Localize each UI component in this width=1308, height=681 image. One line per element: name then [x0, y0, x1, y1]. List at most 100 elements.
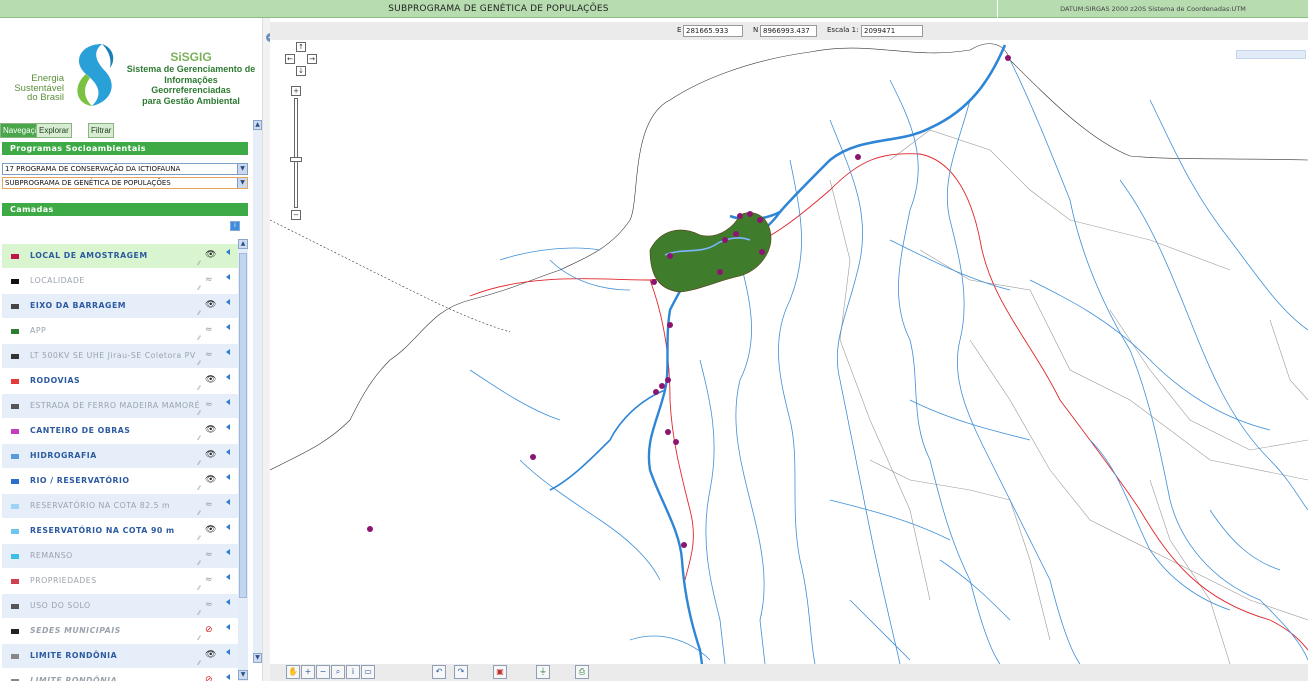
layer-row[interactable]: LT 500KV SE UHE Jirau-SE Coletora PV ⁄⁄ ≈ — [2, 344, 238, 369]
zoom-extent-icon[interactable]: ⌕ — [331, 665, 345, 679]
expand-arrow-icon[interactable] — [226, 449, 230, 455]
tab-filtrar[interactable]: Filtrar — [88, 123, 115, 138]
resize-grip-icon[interactable]: ⁄⁄ — [198, 660, 200, 667]
visibility-eye-icon[interactable]: 👁 — [205, 475, 216, 485]
zoom-slider-handle[interactable] — [290, 157, 302, 162]
layer-row[interactable]: LOCAL DE AMOSTRAGEM ⁄⁄ 👁 — [2, 244, 238, 269]
program-select[interactable]: 17 PROGRAMA DE CONSERVAÇÃO DA ICTIOFAUNA… — [2, 163, 248, 175]
expand-arrow-icon[interactable] — [226, 424, 230, 430]
measure-icon[interactable]: ▭ — [361, 665, 375, 679]
disabled-icon[interactable]: ⊘ — [205, 625, 213, 635]
subprogram-select[interactable]: SUBPROGRAMA DE GENÉTICA DE POPULAÇÕES ▼ — [2, 177, 248, 189]
layer-row[interactable]: SEDES MUNICIPAIS ⁄⁄ ⊘ — [2, 619, 238, 644]
overview-map-toggle[interactable] — [1236, 50, 1306, 59]
resize-grip-icon[interactable]: ⁄⁄ — [198, 635, 200, 642]
chevron-down-icon[interactable]: ▼ — [237, 164, 247, 174]
panel-scroll-down-icon[interactable]: ▼ — [253, 653, 262, 663]
resize-grip-icon[interactable]: ⁄⁄ — [198, 360, 200, 367]
expand-arrow-icon[interactable] — [226, 624, 230, 630]
layer-row[interactable]: RIO / RESERVATÓRIO ⁄⁄ 👁 — [2, 469, 238, 494]
expand-arrow-icon[interactable] — [226, 549, 230, 555]
layer-list-scrollbar[interactable]: ▲ ▼ — [238, 239, 248, 681]
zoom-in-icon[interactable]: + — [291, 86, 301, 96]
visibility-eye-icon[interactable]: ≈ — [205, 275, 213, 285]
visibility-eye-icon[interactable]: ≈ — [205, 575, 213, 585]
map-canvas[interactable] — [270, 40, 1308, 664]
resize-grip-icon[interactable]: ⁄⁄ — [198, 335, 200, 342]
zoom-in-icon[interactable]: + — [301, 665, 315, 679]
scale-field[interactable]: 2099471 — [861, 25, 923, 37]
resize-grip-icon[interactable]: ⁄⁄ — [198, 385, 200, 392]
visibility-eye-icon[interactable]: 👁 — [205, 650, 216, 660]
layer-row[interactable]: EIXO DA BARRAGEM ⁄⁄ 👁 — [2, 294, 238, 319]
pan-right-icon[interactable]: → — [307, 54, 317, 64]
layer-row[interactable]: REMANSO ⁄⁄ ≈ — [2, 544, 238, 569]
pan-up-icon[interactable]: ↑ — [296, 42, 306, 52]
layer-row[interactable]: ESTRADA DE FERRO MADEIRA MAMORÉ ⁄⁄ ≈ — [2, 394, 238, 419]
layer-row[interactable]: HIDROGRAFIA ⁄⁄ 👁 — [2, 444, 238, 469]
visibility-eye-icon[interactable]: ≈ — [205, 500, 213, 510]
redo-icon[interactable]: ↷ — [454, 665, 468, 679]
resize-grip-icon[interactable]: ⁄⁄ — [198, 260, 200, 267]
expand-arrow-icon[interactable] — [226, 349, 230, 355]
layer-row[interactable]: LOCALIDADE ⁄⁄ ≈ — [2, 269, 238, 294]
visibility-eye-icon[interactable]: ≈ — [205, 350, 213, 360]
chevron-down-icon[interactable]: ▼ — [237, 178, 247, 188]
expand-arrow-icon[interactable] — [226, 599, 230, 605]
visibility-eye-icon[interactable]: ≈ — [205, 600, 213, 610]
zoom-out-icon[interactable]: − — [291, 210, 301, 220]
visibility-eye-icon[interactable]: 👁 — [205, 375, 216, 385]
expand-arrow-icon[interactable] — [226, 499, 230, 505]
tab-explorar[interactable]: Explorar — [36, 123, 72, 138]
resize-grip-icon[interactable]: ⁄⁄ — [198, 485, 200, 492]
expand-arrow-icon[interactable] — [226, 674, 230, 680]
layer-row[interactable]: LIMITE RONDÔNIA⁄⁄⊘ — [2, 669, 238, 681]
print-icon[interactable]: ▣ — [493, 665, 507, 679]
resize-grip-icon[interactable]: ⁄⁄ — [198, 460, 200, 467]
zoom-slider-rail[interactable] — [294, 98, 298, 208]
visibility-eye-icon[interactable]: ≈ — [205, 400, 213, 410]
undo-icon[interactable]: ↶ — [432, 665, 446, 679]
panel-splitter[interactable] — [262, 18, 270, 681]
expand-arrow-icon[interactable] — [226, 474, 230, 480]
resize-grip-icon[interactable]: ⁄⁄ — [198, 585, 200, 592]
resize-grip-icon[interactable]: ⁄⁄ — [198, 535, 200, 542]
visibility-eye-icon[interactable]: ≈ — [205, 550, 213, 560]
pan-left-icon[interactable]: ← — [285, 54, 295, 64]
resize-grip-icon[interactable]: ⁄⁄ — [198, 610, 200, 617]
expand-arrow-icon[interactable] — [226, 574, 230, 580]
scrollbar-thumb[interactable] — [239, 253, 247, 598]
layer-row[interactable]: RODOVIAS ⁄⁄ 👁 — [2, 369, 238, 394]
pan-down-icon[interactable]: ↓ — [296, 66, 306, 76]
resize-grip-icon[interactable]: ⁄⁄ — [198, 560, 200, 567]
visibility-eye-icon[interactable]: 👁 — [205, 425, 216, 435]
resize-grip-icon[interactable]: ⁄⁄ — [198, 285, 200, 292]
layer-row[interactable]: RESERVATÓRIO NA COTA 82.5 m ⁄⁄ ≈ — [2, 494, 238, 519]
layer-row[interactable]: APP ⁄⁄ ≈ — [2, 319, 238, 344]
expand-arrow-icon[interactable] — [226, 374, 230, 380]
panel-scrollbar[interactable]: ▲ ▼ — [253, 120, 262, 663]
northing-field[interactable]: 8966993.437 — [760, 25, 817, 37]
layer-row[interactable]: CANTEIRO DE OBRAS ⁄⁄ 👁 — [2, 419, 238, 444]
easting-field[interactable]: 281665.933 — [683, 25, 743, 37]
resize-grip-icon[interactable]: ⁄⁄ — [198, 410, 200, 417]
pan-hand-icon[interactable]: ✋ — [286, 665, 300, 679]
layer-row[interactable]: LIMITE RONDÔNIA ⁄⁄ 👁 — [2, 644, 238, 669]
layer-row[interactable]: RESERVATÓRIO NA COTA 90 m ⁄⁄ 👁 — [2, 519, 238, 544]
expand-arrow-icon[interactable] — [226, 324, 230, 330]
expand-arrow-icon[interactable] — [226, 299, 230, 305]
layer-row[interactable]: USO DO SOLO ⁄⁄ ≈ — [2, 594, 238, 619]
visibility-eye-icon[interactable]: 👁 — [205, 525, 216, 535]
panel-scroll-up-icon[interactable]: ▲ — [253, 120, 262, 130]
visibility-eye-icon[interactable]: ≈ — [205, 325, 213, 335]
expand-arrow-icon[interactable] — [226, 524, 230, 530]
expand-arrow-icon[interactable] — [226, 274, 230, 280]
zoom-out-icon[interactable]: − — [316, 665, 330, 679]
identify-icon[interactable]: i — [346, 665, 360, 679]
resize-grip-icon[interactable]: ⁄⁄ — [198, 510, 200, 517]
scroll-up-icon[interactable]: ▲ — [238, 239, 248, 249]
visibility-eye-icon[interactable]: 👁 — [205, 450, 216, 460]
export-icon[interactable]: ⎙ — [575, 665, 589, 679]
scroll-down-icon[interactable]: ▼ — [238, 670, 248, 680]
filter-icon[interactable]: ⏚ — [536, 665, 550, 679]
